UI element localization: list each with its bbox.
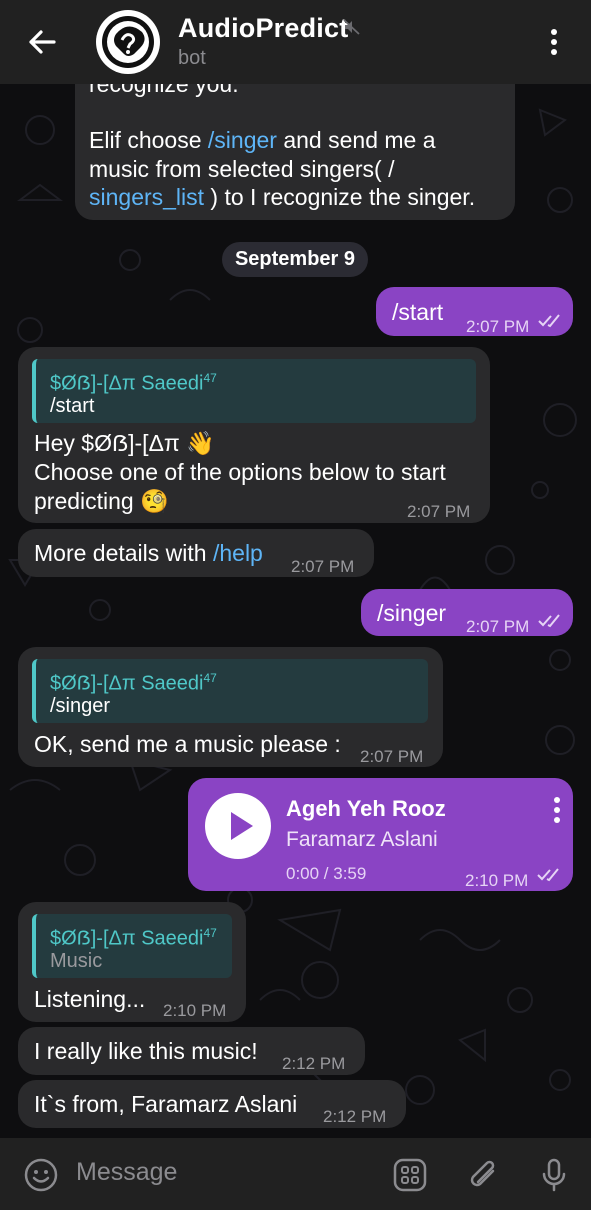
reply-sender-sup: 47 — [203, 371, 217, 385]
message-composer: Message — [0, 1138, 591, 1210]
message-line-3: predicting 🧐 — [34, 488, 169, 514]
intro-line-1b: and send me a — [276, 127, 436, 153]
incoming-message-artist: It`s from, Faramarz Aslani 2:12 PM — [18, 1080, 406, 1128]
message-text: It`s from, Faramarz Aslani — [34, 1091, 298, 1117]
message-time: 2:07 PM — [466, 317, 530, 336]
help-prefix: More details with — [34, 540, 213, 566]
emoji-icon[interactable] — [23, 1157, 59, 1193]
outgoing-audio-message: Ageh Yeh Rooz Faramarz Aslani 0:00 / 3:5… — [188, 778, 573, 891]
message-text: OK, send me a music please : — [34, 731, 341, 757]
reply-quote[interactable]: $Øẞ]-[Δπ Saeedi47 /singer — [32, 659, 428, 723]
intro-line-1a: Elif choose — [89, 127, 208, 153]
chat-header: AudioPredict bot — [0, 0, 591, 84]
incoming-message-like: I really like this music! 2:12 PM — [18, 1027, 365, 1075]
message-input[interactable]: Message — [76, 1158, 177, 1187]
message-time: 2:07 PM — [407, 502, 471, 521]
kebab-menu-icon[interactable] — [544, 27, 564, 57]
intro-line-1: Elif choose /singer and send me a — [89, 126, 436, 155]
date-separator: September 9 — [222, 242, 368, 277]
outgoing-message-start: /start 2:07 PM — [376, 287, 573, 336]
arrow-left-icon[interactable] — [24, 24, 60, 60]
message-line-2: Choose one of the options below to start — [34, 459, 446, 485]
incoming-message-send-music: $Øẞ]-[Δπ Saeedi47 /singer OK, send me a … — [18, 647, 443, 767]
audio-duration: 0:00 / 3:59 — [286, 864, 367, 883]
reply-text: /start — [50, 395, 95, 417]
message-text: More details with /help — [34, 539, 263, 568]
message-text: /singer — [377, 600, 447, 626]
intro-line-2: music from selected singers( / — [89, 155, 394, 184]
message-time: 2:10 PM — [163, 1001, 227, 1020]
play-icon — [231, 812, 253, 840]
reply-text: Music — [50, 950, 103, 972]
muted-speaker-icon — [343, 19, 360, 35]
audio-title: Ageh Yeh Rooz — [286, 796, 446, 821]
bot-logo — [98, 12, 158, 72]
message-text: /start — [392, 299, 444, 325]
message-time: 2:10 PM — [465, 871, 529, 890]
audio-menu-icon[interactable] — [551, 795, 563, 825]
incoming-message-welcome: $Øẞ]-[Δπ Saeedi47 /start Hey $Øẞ]-[Δπ 👋 … — [18, 347, 490, 523]
audio-artist: Faramarz Aslani — [286, 828, 438, 851]
incoming-message-listening: $Øẞ]-[Δπ Saeedi47 Music Listening... 2:1… — [18, 902, 246, 1022]
avatar[interactable] — [96, 10, 160, 74]
outgoing-message-singer: /singer 2:07 PM — [361, 589, 573, 636]
message-time: 2:12 PM — [282, 1054, 346, 1073]
message-time: 2:07 PM — [291, 557, 355, 576]
bot-commands-icon[interactable] — [392, 1157, 428, 1193]
help-command-link[interactable]: /help — [213, 540, 263, 566]
incoming-message-help: More details with /help 2:07 PM — [18, 529, 374, 577]
message-time: 2:07 PM — [360, 747, 424, 766]
intro-line-3: singers_list ) to I recognize the singer… — [89, 183, 475, 212]
double-check-icon — [538, 314, 560, 328]
singer-command-link[interactable]: /singer — [208, 127, 277, 153]
double-check-icon — [538, 614, 560, 628]
reply-sender-sup: 47 — [203, 926, 217, 940]
intro-line-3b: ) to I recognize the singer. — [204, 184, 476, 210]
reply-quote[interactable]: $Øẞ]-[Δπ Saeedi47 Music — [32, 914, 232, 978]
message-time: 2:12 PM — [323, 1107, 387, 1126]
chat-subtitle: bot — [178, 47, 206, 69]
paperclip-icon[interactable] — [465, 1157, 501, 1193]
reply-quote[interactable]: $Øẞ]-[Δπ Saeedi47 /start — [32, 359, 476, 423]
microphone-icon[interactable] — [536, 1157, 572, 1193]
message-text: Listening... — [34, 986, 146, 1012]
play-button[interactable] — [205, 793, 271, 859]
chat-title: AudioPredict — [178, 13, 349, 43]
singers-list-link[interactable]: singers_list — [89, 184, 204, 210]
reply-text: /singer — [50, 695, 111, 717]
double-check-icon — [537, 868, 559, 882]
message-line-1: Hey $Øẞ]-[Δπ 👋 — [34, 430, 215, 456]
reply-sender-sup: 47 — [203, 671, 217, 685]
intro-line-2-text: music from selected singers( / — [89, 156, 395, 182]
message-time: 2:07 PM — [466, 617, 530, 636]
message-text: I really like this music! — [34, 1038, 258, 1064]
